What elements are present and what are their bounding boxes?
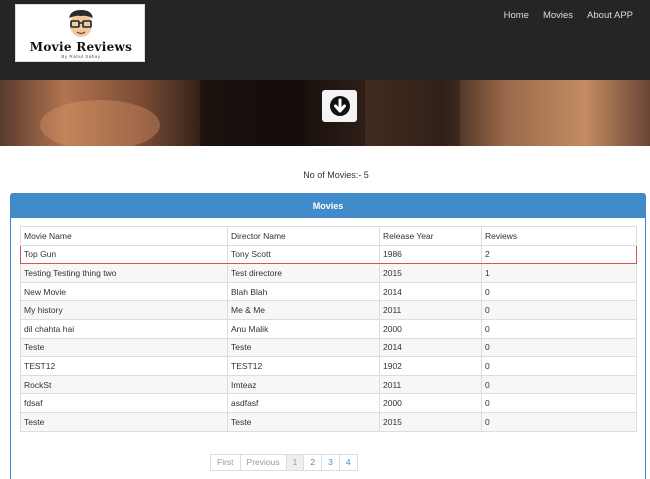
director-cell: Blah Blah [227,281,380,302]
pagination: First Previous 1 2 3 4 [210,454,358,471]
movies-table: Movie Name Director Name Release Year Re… [20,226,637,432]
reviews-cell: 0 [481,300,637,320]
page-2-button[interactable]: 2 [303,454,323,471]
director-cell: TEST12 [227,356,380,376]
director-cell: Me & Me [227,300,380,320]
reviews-cell: 0 [481,281,637,302]
brand-subtitle: By Rahul Sahay [61,54,101,59]
year-cell: 2014 [379,337,482,358]
movie-name-cell: fdsaf [20,393,228,413]
year-cell: 2014 [379,281,482,302]
year-cell: 1902 [379,356,482,376]
year-cell: 2015 [379,263,482,283]
movie-name-cell: New Movie [20,281,228,302]
table-row[interactable]: Top Gun Tony Scott 1986 2 [20,244,637,265]
movies-panel: Movies Movie Name Director Name Release … [10,193,646,479]
movie-name-cell: RockSt [20,374,228,395]
previous-page-button[interactable]: Previous [239,454,287,471]
movie-name-cell: Top Gun [20,244,228,265]
col-movie-name[interactable]: Movie Name [20,226,228,246]
year-cell: 2011 [379,374,482,395]
director-cell: Anu Malik [227,318,380,339]
col-director-name[interactable]: Director Name [227,226,380,246]
scroll-down-button[interactable] [322,90,357,122]
table-header-row: Movie Name Director Name Release Year Re… [20,226,637,246]
reviews-cell: 0 [481,356,637,376]
table-row[interactable]: RockSt Imteaz 2011 0 [20,374,637,395]
nav-home[interactable]: Home [497,10,536,22]
director-cell: Teste [227,411,380,432]
movie-name-cell: TEST12 [20,356,228,376]
movie-name-cell: My history [20,300,228,320]
year-cell: 1986 [379,244,482,265]
panel-title: Movies [11,194,645,218]
page-1-button[interactable]: 1 [285,454,305,471]
brand-logo[interactable]: Movie Reviews By Rahul Sahay [15,4,145,62]
table-row[interactable]: Teste Teste 2015 0 [20,411,637,432]
table-row[interactable]: Testing Testing thing two Test directore… [20,263,637,283]
reviews-cell: 0 [481,393,637,413]
movie-name-cell: Testing Testing thing two [20,263,228,283]
top-navbar: Movie Reviews By Rahul Sahay Home Movies… [0,0,650,80]
director-cell: Test directore [227,263,380,283]
col-release-year[interactable]: Release Year [379,226,482,246]
table-row[interactable]: dil chahta hai Anu Malik 2000 0 [20,318,637,339]
reviews-cell: 0 [481,337,637,358]
col-reviews[interactable]: Reviews [481,226,637,246]
first-page-button[interactable]: First [210,454,241,471]
reviews-cell: 0 [481,374,637,395]
brand-title: Movie Reviews [29,40,133,54]
main-nav: Home Movies About APP [497,10,640,22]
nav-about-app[interactable]: About APP [580,10,640,22]
movie-name-cell: Teste [20,411,228,432]
movie-count: No of Movies:- 5 [303,170,369,180]
table-row[interactable]: Teste Teste 2014 0 [20,337,637,358]
nav-movies[interactable]: Movies [536,10,580,22]
director-cell: asdfasf [227,393,380,413]
year-cell: 2015 [379,411,482,432]
reviews-cell: 1 [481,263,637,283]
reviews-cell: 0 [481,411,637,432]
reviews-cell: 2 [481,244,637,265]
year-cell: 2000 [379,318,482,339]
banner-highlight [40,100,160,146]
director-cell: Imteaz [227,374,380,395]
director-cell: Teste [227,337,380,358]
year-cell: 2000 [379,393,482,413]
glasses-face-icon [69,10,93,37]
table-row[interactable]: My history Me & Me 2011 0 [20,300,637,320]
table-row[interactable]: New Movie Blah Blah 2014 0 [20,281,637,302]
page-3-button[interactable]: 3 [321,454,340,471]
movie-name-cell: Teste [20,337,228,358]
table-row[interactable]: fdsaf asdfasf 2000 0 [20,393,637,413]
banner-panel-mid [365,80,460,146]
arrow-down-circle-icon [329,96,350,116]
page-4-button[interactable]: 4 [338,454,358,471]
movie-name-cell: dil chahta hai [20,318,228,339]
table-row[interactable]: TEST12 TEST12 1902 0 [20,356,637,376]
director-cell: Tony Scott [227,244,380,265]
year-cell: 2011 [379,300,482,320]
reviews-cell: 0 [481,318,637,339]
